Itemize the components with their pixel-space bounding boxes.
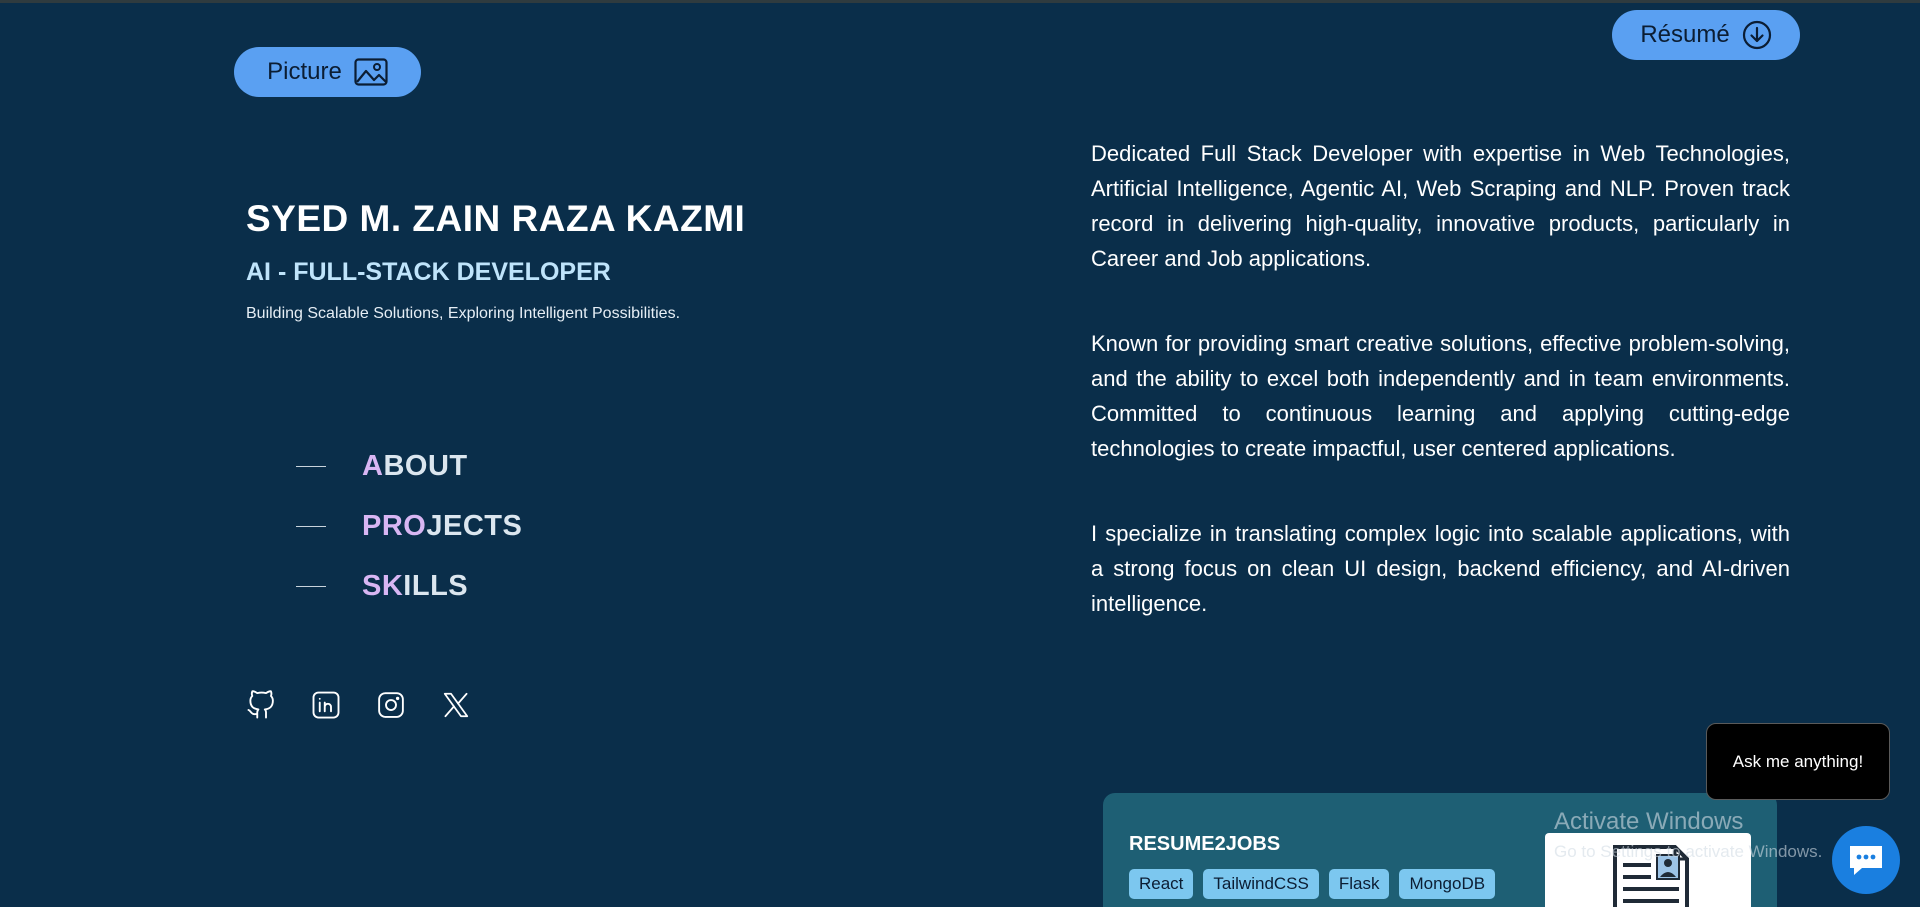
tech-tag: React xyxy=(1129,869,1194,899)
bio-paragraph: Known for providing smart creative solut… xyxy=(1091,331,1790,461)
tech-tag: TailwindCSS xyxy=(1203,869,1319,899)
resume-button-label: Résumé xyxy=(1640,21,1730,48)
project-title: RESUME2JOBS xyxy=(1129,833,1281,855)
tech-tag: Flask xyxy=(1328,869,1390,899)
nav-indicator-line xyxy=(296,465,326,467)
nav-label-rest: JECTS xyxy=(426,509,523,542)
about-bio: Dedicated Full Stack Developer with expe… xyxy=(1091,136,1790,671)
instagram-icon[interactable] xyxy=(376,690,406,720)
nav-label-highlight: PRO xyxy=(362,509,427,542)
x-twitter-icon[interactable] xyxy=(441,690,471,720)
linkedin-icon[interactable] xyxy=(311,690,341,720)
nav-label-projects: PROJECTS xyxy=(362,510,522,543)
hero-section: SYED M. ZAIN RAZA KAZMI AI - FULL-STACK … xyxy=(246,198,745,323)
project-tech-tags: React TailwindCSS Flask MongoDB xyxy=(1129,869,1496,899)
nav-label-highlight: SK xyxy=(362,569,404,602)
picture-button[interactable]: Picture xyxy=(234,47,421,97)
nav-item-about[interactable]: ABOUT xyxy=(296,436,522,496)
nav-indicator-line xyxy=(296,525,326,527)
chat-prompt-bubble[interactable]: Ask me anything! xyxy=(1706,723,1890,800)
image-icon xyxy=(354,58,388,86)
picture-button-label: Picture xyxy=(267,58,342,85)
nav-item-projects[interactable]: PROJECTS xyxy=(296,496,522,556)
github-icon[interactable] xyxy=(246,690,276,720)
developer-name: SYED M. ZAIN RAZA KAZMI xyxy=(246,198,746,239)
chat-prompt-text: Ask me anything! xyxy=(1732,751,1864,771)
watermark-title: Activate Windows xyxy=(1554,808,1744,835)
window-top-edge xyxy=(0,0,1920,3)
windows-activation-watermark: Activate Windows Go to Settings to activ… xyxy=(1554,808,1822,862)
resume-download-button[interactable]: Résumé xyxy=(1612,10,1800,60)
nav-label-about: ABOUT xyxy=(362,450,468,483)
chat-open-button[interactable] xyxy=(1832,826,1900,894)
download-circle-icon xyxy=(1742,20,1771,50)
section-nav: ABOUT PROJECTS SKILLS xyxy=(296,436,522,616)
tech-tag: MongoDB xyxy=(1399,869,1496,899)
nav-label-skills: SKILLS xyxy=(362,570,468,603)
bio-paragraph: Dedicated Full Stack Developer with expe… xyxy=(1091,141,1790,271)
chat-icon xyxy=(1850,846,1882,875)
social-links xyxy=(246,690,471,720)
nav-label-rest: BOUT xyxy=(383,449,468,482)
nav-item-skills[interactable]: SKILLS xyxy=(296,556,522,616)
nav-label-rest: ILLS xyxy=(403,569,469,602)
nav-label-highlight: A xyxy=(362,449,384,482)
developer-tagline: Building Scalable Solutions, Exploring I… xyxy=(246,305,681,322)
developer-role: AI - FULL-STACK DEVELOPER xyxy=(246,258,611,286)
nav-indicator-line xyxy=(296,585,326,587)
watermark-subtitle: Go to Settings to activate Windows. xyxy=(1554,842,1823,861)
bio-paragraph: I specialize in translating complex logi… xyxy=(1091,521,1790,616)
